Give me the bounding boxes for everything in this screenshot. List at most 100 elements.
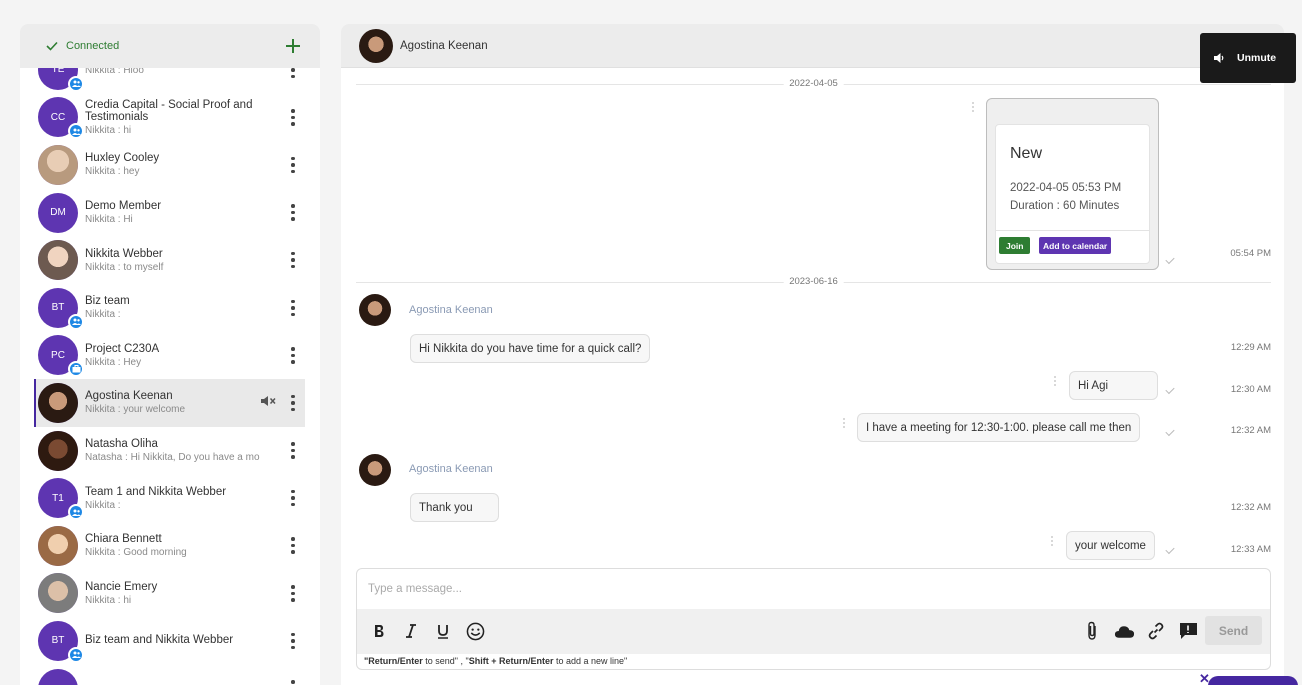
contact-last-message: Nikkita : Hey <box>85 356 142 368</box>
contact-item[interactable]: CC Credia Capital - Social Proof and Tes… <box>20 94 320 142</box>
avatar: PC <box>38 335 84 378</box>
contact-menu-button[interactable] <box>286 250 300 270</box>
add-conversation-button[interactable] <box>286 35 300 57</box>
italic-button[interactable] <box>399 619 423 643</box>
message-composer: Send "Return/Enter to send" , "Shift + R… <box>356 568 1271 670</box>
message-menu-icon[interactable] <box>843 418 847 428</box>
contact-last-message: Nikkita : <box>85 499 121 511</box>
italic-icon <box>406 624 416 638</box>
message-list[interactable]: 2022-04-05 New 2022-04-05 05:53 PM Durat… <box>356 68 1271 563</box>
avatar <box>38 382 78 423</box>
contact-item[interactable]: BT Biz team Nikkita : <box>20 284 320 332</box>
contact-name: Credia Capital - Social Proof and Testim… <box>85 98 253 123</box>
contact-menu-button[interactable] <box>286 679 300 685</box>
contact-menu-button[interactable] <box>286 345 300 365</box>
contact-menu-button[interactable] <box>286 203 300 223</box>
contact-menu-button[interactable] <box>286 488 300 508</box>
group-icon <box>68 123 84 140</box>
contact-name: Nikkita Webber <box>85 247 163 260</box>
unmute-button[interactable]: Unmute <box>1200 33 1296 83</box>
contact-item[interactable]: T1 Team 1 and Nikkita Webber Nikkita : <box>20 474 320 522</box>
link-icon <box>1148 622 1164 640</box>
join-meeting-button[interactable]: Join <box>999 237 1031 254</box>
contact-name: Biz team and Nikkita Webber <box>85 633 234 646</box>
contact-list[interactable]: TE Nikkita : Hloo CC Credia Capital - So… <box>20 68 320 685</box>
message-time: 12:30 AM <box>1230 384 1271 395</box>
quick-reply-button[interactable] <box>1176 619 1200 643</box>
contact-name: Natasha Oliha <box>85 438 158 451</box>
contact-menu-button[interactable] <box>286 155 300 175</box>
contact-last-message: Nikkita : hi <box>85 594 132 606</box>
message-menu-icon[interactable] <box>1051 536 1055 546</box>
message-bubble-outgoing[interactable]: your welcome <box>1066 531 1155 560</box>
contact-name: Project C230A <box>85 342 160 355</box>
message-menu-icon[interactable] <box>1054 376 1058 386</box>
contact-menu-button[interactable] <box>286 536 300 556</box>
help-widget-button[interactable] <box>1208 676 1298 685</box>
contact-last-message: Nikkita : Hi <box>85 214 133 226</box>
contact-item[interactable]: PC Project C230A Nikkita : Hey <box>20 332 320 380</box>
avatar: CC <box>38 97 84 140</box>
message-menu-icon[interactable] <box>972 102 976 112</box>
contact-menu-button[interactable] <box>286 583 300 603</box>
briefcase-icon <box>68 361 84 378</box>
contact-name: Demo Member <box>85 200 162 213</box>
message-input[interactable] <box>357 569 1270 609</box>
contact-menu-button[interactable] <box>286 441 300 461</box>
delivered-check-icon <box>1165 426 1175 437</box>
contact-menu-button[interactable] <box>286 393 300 413</box>
message-bubble-incoming[interactable]: Hi Nikkita do you have time for a quick … <box>410 334 651 363</box>
contact-item[interactable] <box>20 665 320 685</box>
message-bubble-incoming[interactable]: Thank you <box>410 493 499 522</box>
delivered-check-icon <box>1165 254 1175 265</box>
emoji-button[interactable] <box>463 619 487 643</box>
attach-button[interactable] <box>1080 619 1104 643</box>
send-button[interactable]: Send <box>1205 616 1262 645</box>
contact-item[interactable]: Natasha Oliha Natasha : Hi Nikkita, Do yo… <box>20 427 320 475</box>
contact-last-message: Nikkita : Good morning <box>85 547 187 559</box>
muted-icon[interactable] <box>260 394 276 412</box>
avatar[interactable] <box>359 294 391 326</box>
message-time: 12:29 AM <box>1230 342 1271 353</box>
insert-link-button[interactable] <box>1144 619 1168 643</box>
bold-icon <box>375 625 384 637</box>
contact-item[interactable]: TE Nikkita : Hloo <box>20 68 320 94</box>
contact-item[interactable]: DM Demo Member Nikkita : Hi <box>20 189 320 237</box>
group-icon <box>68 504 84 521</box>
avatar[interactable] <box>359 454 391 486</box>
contact-name: Chiara Bennett <box>85 533 162 546</box>
bold-button[interactable] <box>367 619 391 643</box>
contact-menu-button[interactable] <box>286 68 300 80</box>
contact-item-active[interactable]: Agostina Keenan Nikkita : your welcome <box>34 379 305 427</box>
avatar-initials: CC <box>50 111 66 123</box>
connection-status-label: Connected <box>66 40 120 52</box>
contact-item[interactable]: BT Biz team and Nikkita Webber <box>20 617 320 665</box>
contact-item[interactable]: Chiara Bennett Nikkita : Good morning <box>20 522 320 570</box>
cloud-upload-button[interactable] <box>1112 619 1136 643</box>
contact-name: Team 1 and Nikkita Webber <box>85 485 227 498</box>
contact-menu-button[interactable] <box>286 298 300 318</box>
contact-item[interactable]: Nancie Emery Nikkita : hi <box>20 570 320 618</box>
add-to-calendar-button[interactable]: Add to calendar <box>1039 237 1112 254</box>
contact-menu-button[interactable] <box>286 107 300 127</box>
group-icon <box>68 313 84 330</box>
contact-last-message: Nikkita : your welcome <box>85 404 186 416</box>
unmute-label: Unmute <box>1237 52 1277 64</box>
date-label: 2022-04-05 <box>783 78 844 89</box>
message-time: 12:32 AM <box>1230 425 1271 436</box>
chat-icon <box>1179 623 1197 639</box>
message-bubble-outgoing[interactable]: Hi Agi <box>1069 371 1158 400</box>
message-bubble-outgoing[interactable]: I have a meeting for 12:30-1:00. please … <box>857 413 1141 442</box>
avatar[interactable] <box>359 28 393 63</box>
chat-title: Agostina Keenan <box>400 39 488 52</box>
date-separator: 2022-04-05 <box>356 78 1271 89</box>
sender-name: Agostina Keenan <box>409 463 493 475</box>
message-time: 05:54 PM <box>1230 248 1271 259</box>
group-icon <box>68 646 84 663</box>
contact-item[interactable]: Nikkita Webber Nikkita : to myself <box>20 236 320 284</box>
contact-menu-button[interactable] <box>286 631 300 651</box>
meeting-details: New 2022-04-05 05:53 PM Duration : 60 Mi… <box>995 124 1150 264</box>
underline-icon <box>438 624 448 639</box>
underline-button[interactable] <box>431 619 455 643</box>
contact-item[interactable]: Huxley Cooley Nikkita : hey <box>20 141 320 189</box>
